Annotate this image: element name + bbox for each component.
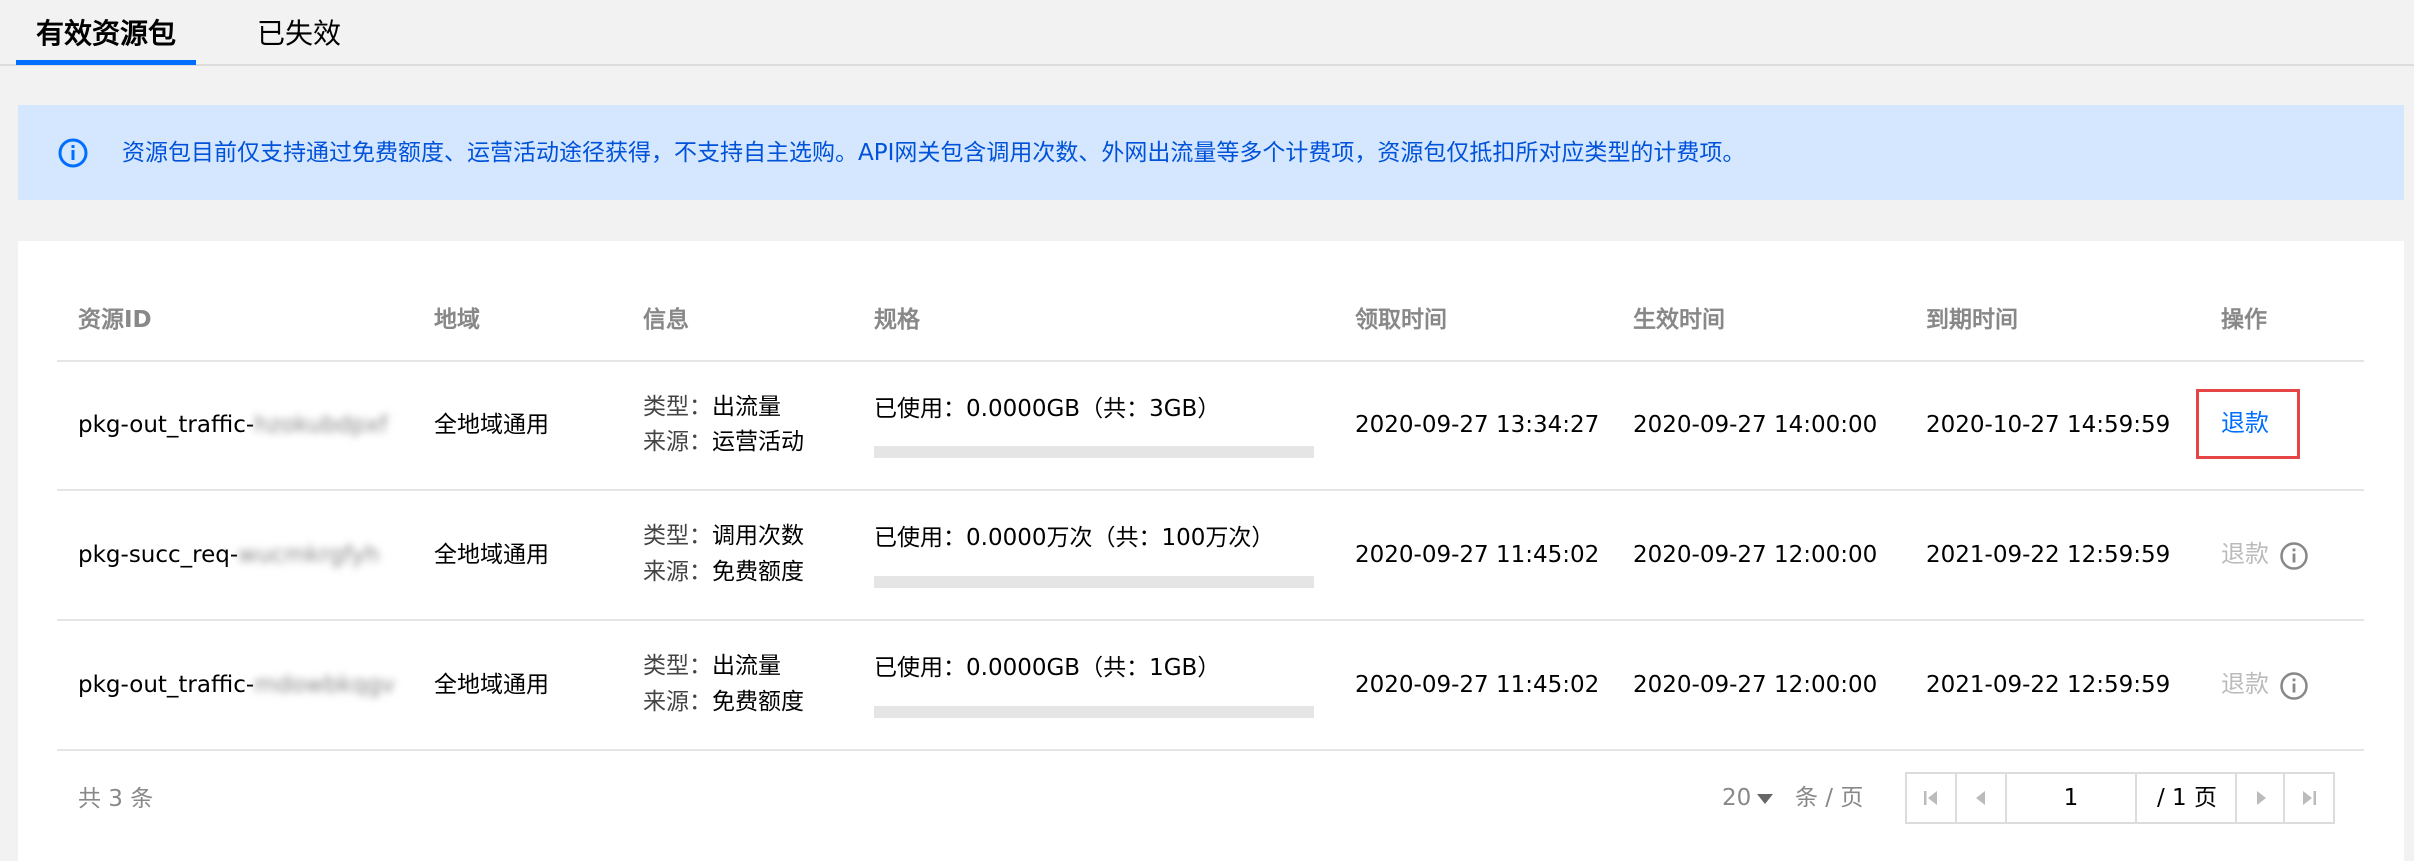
resource-id-prefix: pkg-out_traffic- xyxy=(78,672,255,698)
spec-usage: 已使用：0.0000GB（共：1GB） xyxy=(874,655,1221,681)
col-header-effective-time: 生效时间 xyxy=(1633,307,1725,333)
usage-progress-bar xyxy=(874,576,1314,588)
info-source: 来源：免费额度 xyxy=(643,559,804,585)
spec-usage: 已使用：0.0000万次（共：100万次） xyxy=(874,525,1275,551)
info-type: 类型：出流量 xyxy=(643,394,781,420)
next-page-icon xyxy=(2257,791,2266,805)
info-circle-icon xyxy=(58,138,88,168)
page-number-input[interactable] xyxy=(2007,774,2137,822)
tab-active-indicator xyxy=(16,60,196,65)
info-type: 类型：调用次数 xyxy=(643,523,804,549)
notice-text: 资源包目前仅支持通过免费额度、运营活动途径获得，不支持自主选购。API网关包含调… xyxy=(122,140,1746,166)
resource-id-suffix: mdowbkqgv xyxy=(254,672,395,698)
expire-time: 2021-09-22 12:59:59 xyxy=(1926,672,2171,698)
col-header-expire-time: 到期时间 xyxy=(1926,307,2018,333)
tab-expired-packages[interactable]: 已失效 xyxy=(257,14,341,54)
page-size-value: 20 xyxy=(1722,785,1752,811)
expire-time: 2020-10-27 14:59:59 xyxy=(1926,412,2171,438)
col-header-spec: 规格 xyxy=(874,307,920,333)
next-page-button[interactable] xyxy=(2235,774,2285,822)
prev-page-icon xyxy=(1976,791,1985,805)
tab-active-packages[interactable]: 有效资源包 xyxy=(36,14,176,54)
prev-page-button[interactable] xyxy=(1957,774,2007,822)
expire-time: 2021-09-22 12:59:59 xyxy=(1926,542,2171,568)
info-type: 类型：出流量 xyxy=(643,653,781,679)
first-page-icon xyxy=(1924,791,1937,805)
col-header-info: 信息 xyxy=(643,307,689,333)
question-circle-icon[interactable] xyxy=(2279,671,2309,701)
question-circle-icon[interactable] xyxy=(2279,541,2309,571)
resource-id-prefix: pkg-succ_req- xyxy=(78,542,239,568)
col-header-claim-time: 领取时间 xyxy=(1355,307,1447,333)
claim-time: 2020-09-27 11:45:02 xyxy=(1355,542,1600,568)
caret-down-icon xyxy=(1757,793,1774,804)
resource-id: pkg-out_traffic-mdowbkqgv xyxy=(78,668,395,702)
first-page-button[interactable] xyxy=(1907,774,1957,822)
header-divider xyxy=(57,360,2364,362)
effective-time: 2020-09-27 14:00:00 xyxy=(1633,412,1878,438)
effective-time: 2020-09-27 12:00:00 xyxy=(1633,672,1878,698)
region: 全地域通用 xyxy=(434,672,549,698)
refund-button-disabled: 退款 xyxy=(2221,670,2269,698)
region: 全地域通用 xyxy=(434,412,549,438)
resource-id: pkg-out_traffic-hzokubdpxf xyxy=(78,408,388,442)
spec-usage: 已使用：0.0000GB（共：3GB） xyxy=(874,396,1221,422)
claim-time: 2020-09-27 13:34:27 xyxy=(1355,412,1600,438)
usage-progress-bar xyxy=(874,706,1314,718)
col-header-id: 资源ID xyxy=(78,307,152,333)
effective-time: 2020-09-27 12:00:00 xyxy=(1633,542,1878,568)
total-pages-label: / 1 页 xyxy=(2156,785,2217,811)
last-page-icon xyxy=(2303,791,2316,805)
claim-time: 2020-09-27 11:45:02 xyxy=(1355,672,1600,698)
resource-id-suffix: hzokubdpxf xyxy=(254,412,388,438)
resource-id-prefix: pkg-out_traffic- xyxy=(78,412,255,438)
info-source: 来源：运营活动 xyxy=(643,429,804,455)
row-divider xyxy=(57,489,2364,491)
total-count: 共 3 条 xyxy=(78,786,154,812)
region: 全地域通用 xyxy=(434,542,549,568)
info-source: 来源：免费额度 xyxy=(643,689,804,715)
refund-highlight: 退款 xyxy=(2196,389,2300,459)
col-header-action: 操作 xyxy=(2221,307,2267,333)
usage-progress-bar xyxy=(874,446,1314,458)
page-size-select[interactable]: 20 xyxy=(1722,781,1779,815)
refund-button-disabled: 退款 xyxy=(2221,540,2269,568)
row-divider xyxy=(57,749,2364,751)
refund-button[interactable]: 退款 xyxy=(2221,406,2269,440)
tab-bar: 有效资源包 已失效 xyxy=(0,0,2414,66)
resource-id-suffix: wucmkrgfyh xyxy=(238,542,380,568)
row-divider xyxy=(57,619,2364,621)
resource-id: pkg-succ_req-wucmkrgfyh xyxy=(78,538,379,572)
pager: / 1 页 xyxy=(1905,772,2335,824)
col-header-region: 地域 xyxy=(434,307,480,333)
per-page-label: 条 / 页 xyxy=(1795,785,1864,811)
last-page-button[interactable] xyxy=(2285,774,2335,822)
